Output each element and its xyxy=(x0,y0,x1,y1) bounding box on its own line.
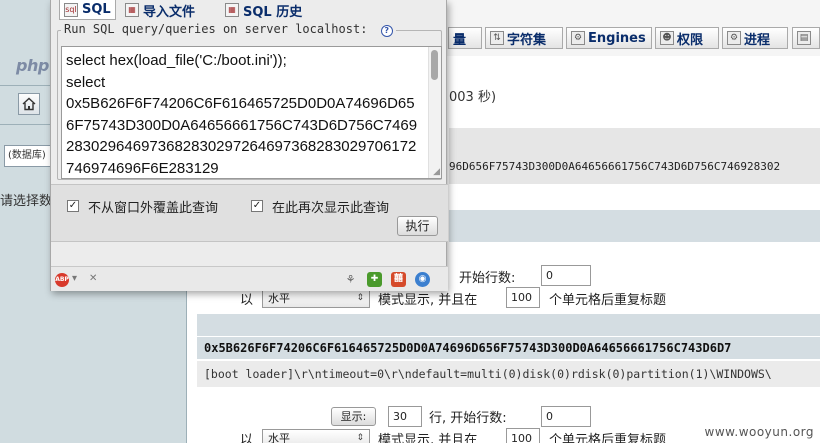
sql-icon: sql xyxy=(64,2,78,17)
processes-icon: ⚙ xyxy=(727,31,741,45)
rows-input[interactable]: 30 xyxy=(388,406,422,427)
result-header-band xyxy=(449,210,820,242)
repeat-suffix: 个单元格后重复标题 xyxy=(549,293,667,308)
home-button[interactable] xyxy=(18,93,40,115)
tab-label: 导入文件 xyxy=(143,4,196,20)
left-divider xyxy=(0,85,50,86)
puzzle-icon[interactable]: ✚ xyxy=(367,272,382,287)
display-mode-value: 水平 xyxy=(268,432,290,443)
with-label: 以 xyxy=(240,293,254,308)
select-arrows-icon: ⇕ xyxy=(356,433,364,443)
phpmyadmin-logo: php xyxy=(16,56,49,75)
query-time: 003 秒) xyxy=(449,90,497,105)
tab-sql[interactable]: sql SQL xyxy=(59,0,116,20)
tab-label: SQL 历史 xyxy=(243,4,303,20)
repeat-header-input[interactable]: 100 xyxy=(506,287,540,308)
bottom-repeat-suffix: 个单元格后重复标题 xyxy=(549,433,667,443)
tab-privileges[interactable]: ☻ 权限 xyxy=(655,27,719,49)
help-icon[interactable]: ? xyxy=(380,25,393,37)
tab-charset[interactable]: ⇅ 字符集 xyxy=(485,27,563,49)
query-options: ✓ 不从窗口外覆盖此查询 ✓ 在此再次显示此查询 执行 xyxy=(51,184,448,242)
charset-icon: ⇅ xyxy=(490,31,504,45)
history-icon: ▦ xyxy=(225,3,239,17)
tab-label: 进程 xyxy=(744,32,771,48)
query-legend: Run SQL query/queries on server localhos… xyxy=(61,22,396,37)
result-column-header xyxy=(197,314,820,336)
retain-query-checkbox[interactable]: ✓ xyxy=(67,200,79,212)
tab-label: SQL xyxy=(82,2,111,17)
tab-label: 权限 xyxy=(677,32,704,48)
tab-label: 量 xyxy=(453,32,467,48)
bottom-display-mode-select[interactable]: 水平 ⇕ xyxy=(262,429,370,443)
display-mode-select[interactable]: 水平 ⇕ xyxy=(262,289,370,308)
mode-suffix: 模式显示, 并且在 xyxy=(378,293,478,308)
retain-query-label: 不从窗口外覆盖此查询 xyxy=(88,201,219,216)
sql-display-text: 96D656F75743D300D0A64656661756C743D6D756… xyxy=(449,160,781,173)
tab-label: 字符集 xyxy=(507,32,547,48)
close-icon[interactable]: ✕ xyxy=(89,273,97,284)
window-status-bar: ABP ▾ ✕ ⚘ ✚ 囍 ◉ xyxy=(51,266,448,291)
tab-sql-history[interactable]: ▦ SQL 历史 xyxy=(225,0,302,20)
adblock-icon[interactable]: ABP xyxy=(55,273,69,287)
bottom-repeat-input[interactable]: 100 xyxy=(506,428,540,443)
sql-display xyxy=(449,128,820,184)
tab-status[interactable]: 量 xyxy=(448,27,482,49)
scrollbar-thumb[interactable] xyxy=(431,50,438,80)
import-icon: ▦ xyxy=(125,3,139,17)
dropdown-arrow-icon[interactable]: ▾ xyxy=(72,273,77,284)
display-mode-value: 水平 xyxy=(268,292,290,305)
sql-query-text: select hex(load_file('C:/boot.ini')); se… xyxy=(66,52,418,177)
result-boot-cell: [boot loader]\r\ntimeout=0\r\ndefault=mu… xyxy=(197,361,820,387)
sql-query-textarea[interactable]: select hex(load_file('C:/boot.ini')); se… xyxy=(61,46,442,179)
legend-text: Run SQL query/queries on server localhos… xyxy=(64,22,368,36)
tab-import[interactable]: ▦ 导入文件 xyxy=(125,0,195,20)
show-again-label: 在此再次显示此查询 xyxy=(272,201,390,216)
bottom-start-input[interactable]: 0 xyxy=(541,406,591,427)
engines-icon: ⚙ xyxy=(571,31,585,45)
red-addon-icon[interactable]: 囍 xyxy=(391,272,406,287)
sql-query-window: sql SQL ▦ 导入文件 ▦ SQL 历史 Run SQL query/qu… xyxy=(50,0,448,291)
privileges-icon: ☻ xyxy=(660,31,674,45)
tab-more[interactable]: ▤ xyxy=(792,27,820,49)
rows-suffix: 行, 开始行数: xyxy=(429,411,507,426)
bug-icon[interactable]: ⚘ xyxy=(343,272,358,287)
textarea-scrollbar[interactable] xyxy=(428,47,441,178)
globe-icon[interactable]: ◉ xyxy=(415,272,430,287)
select-arrows-icon: ⇕ xyxy=(356,293,364,303)
resize-grip-icon[interactable]: ◢ xyxy=(433,168,440,177)
tab-label: Engines xyxy=(588,30,646,46)
execute-button[interactable]: 执行 xyxy=(397,216,438,236)
watermark: www.wooyun.org xyxy=(704,425,814,439)
home-icon xyxy=(22,97,36,111)
bottom-with-label: 以 xyxy=(240,433,254,443)
result-hex-cell: 0x5B626F6F74206C6F616465725D0D0A74696D65… xyxy=(197,337,820,359)
tab-engines[interactable]: ⚙ Engines xyxy=(566,27,652,49)
bottom-mode-suffix: 模式显示, 并且在 xyxy=(378,433,478,443)
database-hint: 请选择数 xyxy=(0,194,53,209)
show-button[interactable]: 显示: xyxy=(331,407,376,426)
left-divider xyxy=(0,124,50,125)
more-icon: ▤ xyxy=(797,31,811,45)
tab-processes[interactable]: ⚙ 进程 xyxy=(722,27,788,49)
database-select[interactable]: (数据库) xyxy=(4,145,51,167)
start-row-label: 开始行数: xyxy=(459,271,516,286)
show-again-checkbox[interactable]: ✓ xyxy=(251,200,263,212)
start-row-input[interactable]: 0 xyxy=(541,265,591,286)
